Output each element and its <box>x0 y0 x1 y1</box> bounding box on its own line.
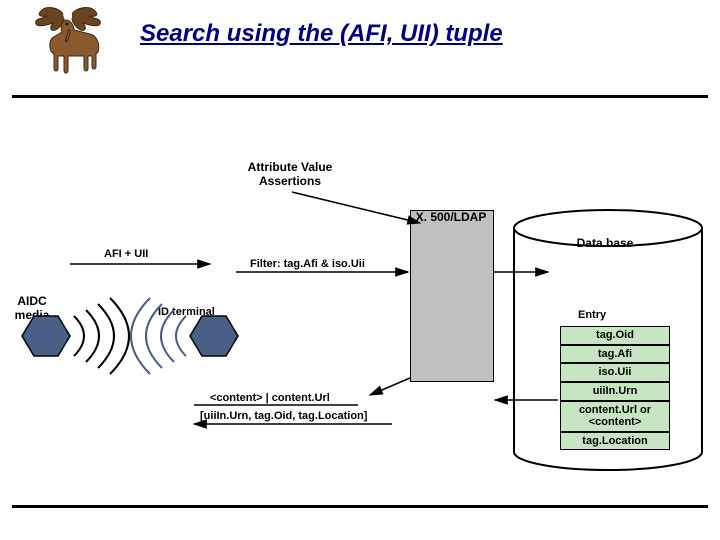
radio-waves-right-icon <box>74 298 129 374</box>
id-terminal-hex-icon <box>190 316 238 356</box>
aidc-tag-hex-icon <box>22 316 70 356</box>
connectors-layer <box>0 0 720 540</box>
slide: Search using the (AFI, UII) tuple X. 500… <box>0 0 720 540</box>
radio-waves-left-icon <box>131 298 186 374</box>
